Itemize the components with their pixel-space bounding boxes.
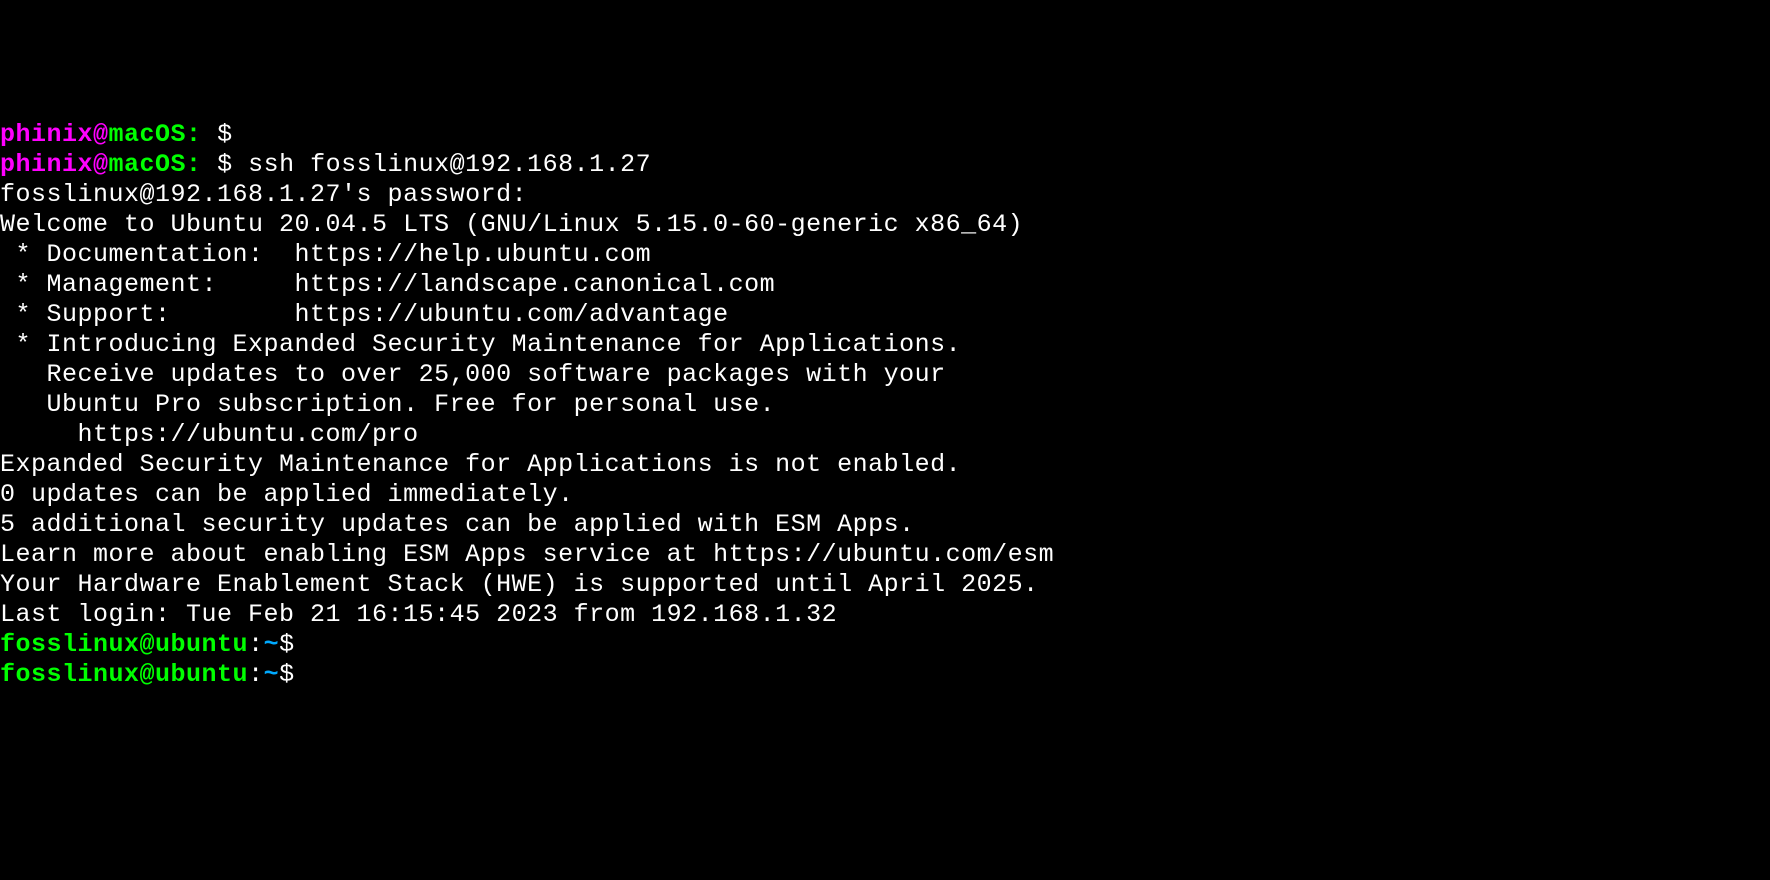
- terminal-window[interactable]: phinix@macOS: $phinix@macOS: $ ssh fossl…: [0, 120, 1770, 690]
- prompt-line-1: phinix@macOS: $: [0, 120, 1770, 150]
- ubuntu-prompt-at: @: [140, 660, 156, 689]
- ubuntu-prompt-path: ~: [264, 660, 280, 689]
- prompt-host: macOS: [109, 150, 187, 179]
- esm-apps-1: 5 additional security updates can be app…: [0, 510, 1770, 540]
- ubuntu-prompt-user: fosslinux: [0, 630, 140, 659]
- ubuntu-prompt-user: fosslinux: [0, 660, 140, 689]
- esm-apps-2: Learn more about enabling ESM Apps servi…: [0, 540, 1770, 570]
- hwe-line: Your Hardware Enablement Stack (HWE) is …: [0, 570, 1770, 600]
- prompt-colon: :: [186, 150, 202, 179]
- ubuntu-prompt-colon: :: [248, 630, 264, 659]
- ubuntu-prompt-dollar: $: [279, 660, 295, 689]
- prompt-at: @: [93, 150, 109, 179]
- prompt-user: phinix: [0, 150, 93, 179]
- esm-intro-2: Receive updates to over 25,000 software …: [0, 360, 1770, 390]
- management-line: * Management: https://landscape.canonica…: [0, 270, 1770, 300]
- prompt-line-2: phinix@macOS: $ ssh fosslinux@192.168.1.…: [0, 150, 1770, 180]
- ubuntu-prompt-line-1: fosslinux@ubuntu:~$: [0, 630, 1770, 660]
- ubuntu-prompt-host: ubuntu: [155, 630, 248, 659]
- prompt-colon: :: [186, 120, 202, 149]
- ubuntu-prompt-line-2: fosslinux@ubuntu:~$: [0, 660, 1770, 690]
- esm-status: Expanded Security Maintenance for Applic…: [0, 450, 1770, 480]
- ubuntu-prompt-at: @: [140, 630, 156, 659]
- esm-url: https://ubuntu.com/pro: [0, 420, 1770, 450]
- updates-line: 0 updates can be applied immediately.: [0, 480, 1770, 510]
- prompt-dollar: $: [217, 120, 233, 149]
- prompt-at: @: [93, 120, 109, 149]
- esm-intro-1: * Introducing Expanded Security Maintena…: [0, 330, 1770, 360]
- password-prompt: fosslinux@192.168.1.27's password:: [0, 180, 1770, 210]
- esm-intro-3: Ubuntu Pro subscription. Free for person…: [0, 390, 1770, 420]
- ssh-command: ssh fosslinux@192.168.1.27: [233, 150, 652, 179]
- documentation-line: * Documentation: https://help.ubuntu.com: [0, 240, 1770, 270]
- prompt-dollar: $: [217, 150, 233, 179]
- prompt-user: phinix: [0, 120, 93, 149]
- ubuntu-prompt-dollar: $: [279, 630, 295, 659]
- ubuntu-prompt-path: ~: [264, 630, 280, 659]
- prompt-space: [202, 150, 218, 179]
- prompt-host: macOS: [109, 120, 187, 149]
- welcome-message: Welcome to Ubuntu 20.04.5 LTS (GNU/Linux…: [0, 210, 1770, 240]
- last-login-line: Last login: Tue Feb 21 16:15:45 2023 fro…: [0, 600, 1770, 630]
- prompt-space: [202, 120, 218, 149]
- support-line: * Support: https://ubuntu.com/advantage: [0, 300, 1770, 330]
- ubuntu-prompt-host: ubuntu: [155, 660, 248, 689]
- ubuntu-prompt-colon: :: [248, 660, 264, 689]
